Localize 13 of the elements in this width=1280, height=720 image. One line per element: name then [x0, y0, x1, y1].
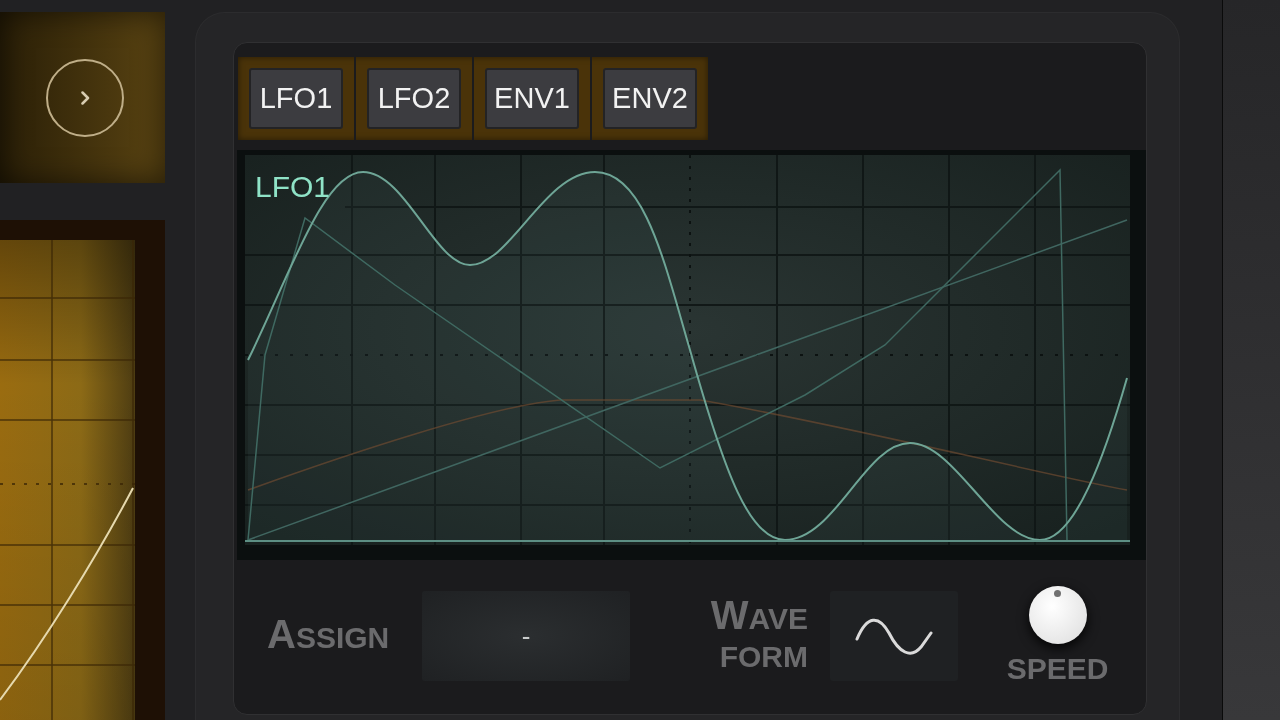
tab[interactable]: LFO1 — [249, 68, 343, 129]
tab[interactable]: ENV1 — [485, 68, 579, 129]
tab[interactable]: LFO2 — [367, 68, 461, 129]
waveform-label: WAVE FORM — [709, 596, 808, 675]
tab[interactable]: ENV2 — [603, 68, 697, 129]
chevron-right-icon — [80, 90, 90, 105]
assign-label: ASSIGN — [267, 614, 391, 658]
next-button[interactable] — [46, 58, 124, 137]
display-label: LFO1 — [255, 171, 331, 203]
waveform-selector[interactable] — [830, 591, 958, 681]
assign-field[interactable]: - — [422, 591, 630, 681]
speed-label: SPEED — [1006, 652, 1109, 686]
speed-knob[interactable] — [1028, 586, 1087, 644]
